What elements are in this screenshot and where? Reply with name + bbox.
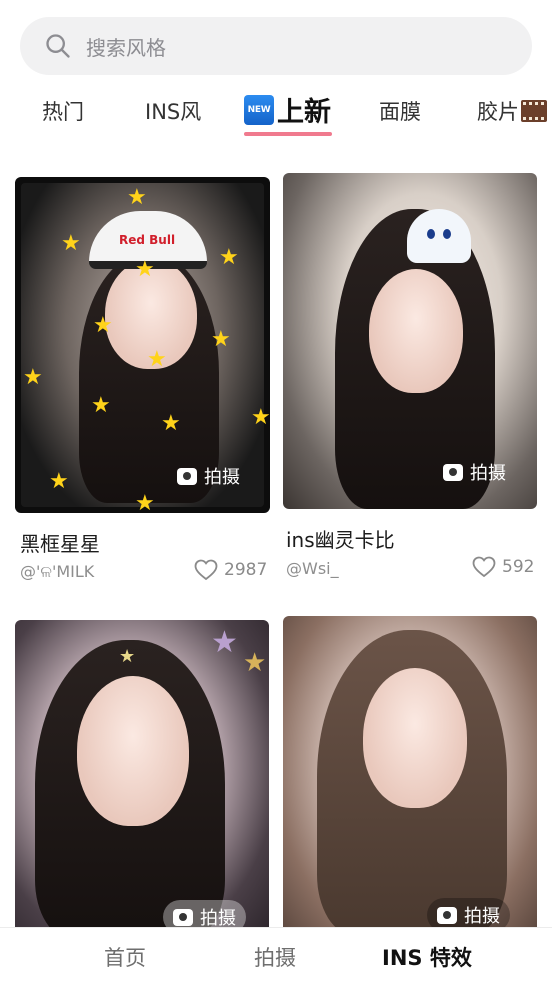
effect-preview-image[interactable]: 拍摄 (283, 173, 537, 509)
tab-label: 上新 (277, 97, 331, 128)
effect-preview-image[interactable]: 拍摄 (283, 616, 537, 936)
star-icon: ★ (119, 646, 136, 667)
bottom-navigation: 首页 拍摄 INS 特效 (0, 927, 552, 983)
search-icon (46, 34, 70, 58)
star-icon: ★ (211, 327, 231, 352)
camera-icon (177, 467, 197, 485)
star-icon: ★ (135, 257, 155, 282)
like-button[interactable]: 592 (472, 556, 534, 578)
shoot-label: 拍摄 (204, 467, 240, 488)
star-icon: ★ (243, 648, 267, 678)
camera-icon (173, 908, 193, 926)
star-icon: ★ (135, 491, 155, 514)
star-icon: ★ (93, 313, 113, 338)
tab-mask[interactable]: 面膜 (379, 96, 421, 126)
effect-preview-image[interactable]: ★ ★ ★ 拍摄 (15, 620, 269, 940)
star-icon: ★ (91, 393, 111, 418)
category-tabs: 热门 INS风 NEW 上新 面膜 胶片 (0, 90, 552, 140)
star-icon: ★ (251, 405, 270, 430)
like-button[interactable]: 2987 (194, 559, 267, 581)
shoot-label: 拍摄 (464, 906, 500, 927)
search-bar[interactable]: 搜索风格 (20, 17, 532, 75)
tab-hot[interactable]: 热门 (42, 96, 84, 126)
search-placeholder: 搜索风格 (86, 35, 166, 60)
shoot-label: 拍摄 (470, 463, 506, 484)
cap-logo: Red Bull (119, 233, 176, 247)
tab-film[interactable]: 胶片 (477, 96, 547, 126)
heart-icon (194, 559, 218, 581)
card-title: ins幽灵卡比 (286, 528, 395, 552)
card-author[interactable]: @Wsi_ (286, 559, 339, 578)
nav-ins-effects[interactable]: INS 特效 (382, 942, 472, 972)
star-icon: ★ (219, 245, 239, 270)
shoot-button[interactable]: 拍摄 (433, 455, 516, 489)
star-icon: ★ (161, 411, 181, 436)
shoot-button[interactable]: 拍摄 (167, 459, 250, 493)
heart-icon (472, 556, 496, 578)
active-tab-indicator (244, 132, 332, 136)
tab-label: 面膜 (379, 100, 421, 124)
tab-ins[interactable]: INS风 (145, 96, 201, 126)
film-icon (521, 100, 547, 122)
star-icon: ★ (23, 365, 43, 390)
camera-icon (437, 906, 457, 924)
ghost-sticker-icon (407, 209, 471, 263)
star-icon: ★ (61, 231, 81, 256)
star-icon: ★ (127, 185, 147, 210)
tab-new[interactable]: NEW 上新 (244, 90, 331, 129)
new-badge-icon: NEW (244, 94, 274, 125)
tab-label: 胶片 (477, 100, 519, 124)
like-count: 592 (502, 557, 535, 577)
camera-icon (443, 463, 463, 481)
nav-home[interactable]: 首页 (104, 942, 146, 972)
star-icon: ★ (211, 625, 238, 660)
tab-label: 热门 (42, 100, 84, 124)
like-count: 2987 (224, 560, 268, 580)
star-icon: ★ (49, 469, 69, 494)
star-icon: ★ (147, 347, 167, 372)
nav-shoot[interactable]: 拍摄 (254, 942, 296, 972)
tab-label: INS风 (145, 100, 202, 124)
card-title: 黑框星星 (20, 532, 100, 556)
effect-preview-image[interactable]: Red Bull ★ ★ ★ ★ ★ ★ ★ ★ ★ ★ ★ ★ ★ 拍摄 (15, 177, 270, 513)
card-author[interactable]: @'ଳ'MILK (20, 562, 94, 582)
